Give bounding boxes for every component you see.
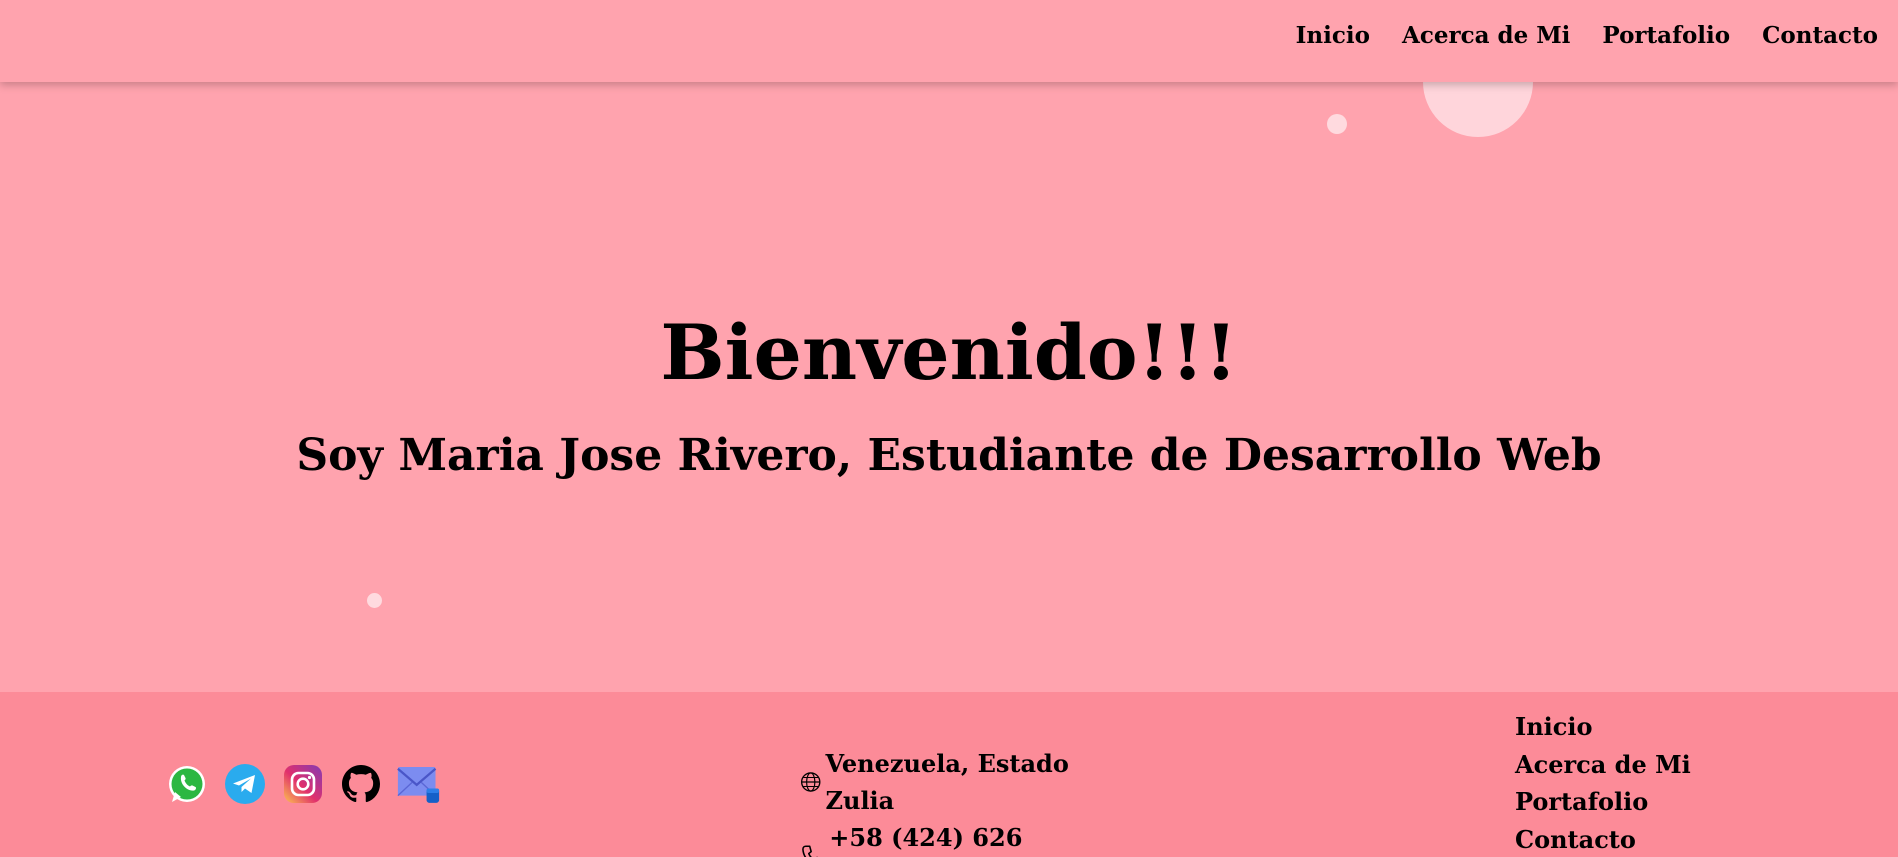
email-link[interactable] [397,762,440,805]
hero-title: Bienvenido!!! [660,308,1238,397]
nav-item-inicio: Inicio [1296,22,1370,49]
decorative-bubble [1423,82,1533,137]
nav-link-inicio[interactable]: Inicio [1296,22,1370,49]
footer-item-inicio: Inicio [1515,708,1691,746]
github-icon [341,764,380,802]
phone-line: +58 (424) 626 2482 [800,819,1090,857]
footer-item-portafolio: Portafolio [1515,783,1691,821]
nav-link-acerca-de-mi[interactable]: Acerca de Mi [1402,22,1570,49]
instagram-link[interactable] [281,762,324,805]
hero-subtitle: Soy Maria Jose Rivero, Estudiante de Des… [296,430,1602,481]
navbar: Inicio Acerca de Mi Portafolio Contacto [0,0,1898,82]
location-text: Venezuela, Estado Zulia [825,749,1069,815]
nav-links: Inicio Acerca de Mi Portafolio Contacto [1296,22,1878,49]
location-line: Venezuela, Estado Zulia [800,745,1090,819]
footer-link-inicio[interactable]: Inicio [1515,712,1593,741]
telegram-link[interactable] [223,762,266,805]
footer: Venezuela, Estado Zulia +58 (424) 626 24… [0,692,1898,857]
nav-item-contacto: Contacto [1762,22,1878,49]
globe-icon [800,772,821,792]
footer-link-portafolio[interactable]: Portafolio [1515,787,1648,816]
footer-links: Inicio Acerca de Mi Portafolio Contacto [1515,708,1691,857]
contact-info: Venezuela, Estado Zulia +58 (424) 626 24… [800,745,1090,857]
whatsapp-icon [168,765,205,802]
telegram-icon [224,763,265,804]
decorative-bubble [1327,114,1347,134]
nav-item-portafolio: Portafolio [1602,22,1730,49]
phone-text: +58 (424) 626 2482 [829,823,1023,852]
nav-link-portafolio[interactable]: Portafolio [1602,22,1730,49]
email-icon [397,766,440,803]
footer-link-contacto[interactable]: Contacto [1515,825,1636,854]
phone-icon [802,845,819,857]
github-link[interactable] [339,762,382,805]
footer-item-acerca: Acerca de Mi [1515,746,1691,784]
instagram-icon [283,764,322,803]
footer-link-acerca-de-mi[interactable]: Acerca de Mi [1515,750,1691,779]
whatsapp-link[interactable] [165,762,208,805]
nav-link-contacto[interactable]: Contacto [1762,22,1878,49]
footer-item-contacto: Contacto [1515,821,1691,857]
decorative-bubble [367,593,382,608]
social-links [165,762,440,805]
nav-item-acerca: Acerca de Mi [1402,22,1570,49]
hero-section: Bienvenido!!! Soy Maria Jose Rivero, Est… [0,82,1898,692]
